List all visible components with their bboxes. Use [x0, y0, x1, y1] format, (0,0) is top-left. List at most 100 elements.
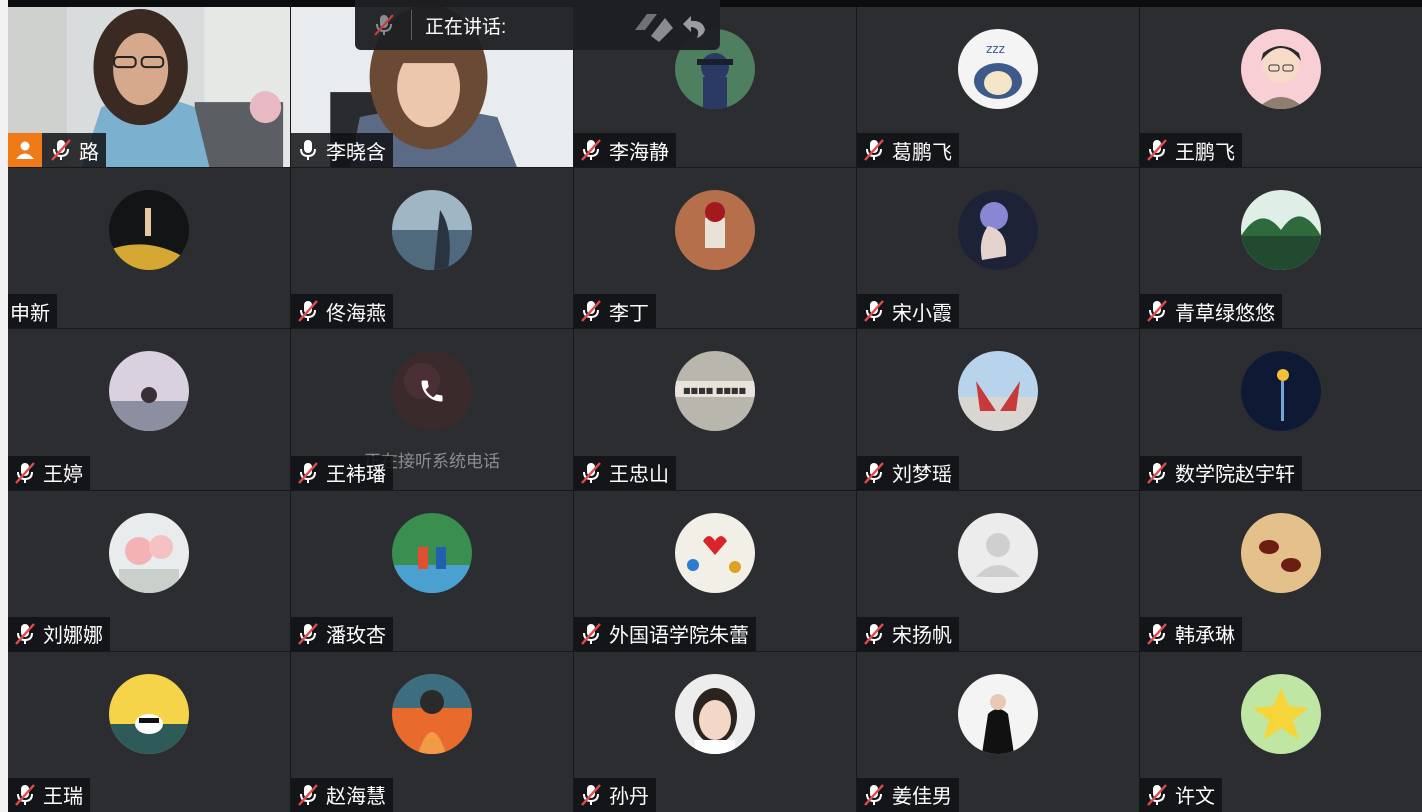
- participant-avatar: [392, 673, 472, 754]
- participant-tile[interactable]: 正在接听系统电话 王袆璠: [291, 329, 573, 490]
- participant-name: 李晓含: [326, 141, 386, 164]
- participant-nametag: 赵海慧: [291, 777, 393, 812]
- mic-muted-icon: [864, 461, 884, 484]
- participant-tile[interactable]: 刘娜娜: [8, 490, 290, 651]
- svg-text:zzz: zzz: [986, 42, 1005, 56]
- participant-tile[interactable]: 王瑞: [8, 651, 290, 812]
- participant-nametag: 王瑞: [8, 777, 90, 812]
- participant-avatar: [392, 190, 472, 271]
- participant-tile[interactable]: 申新: [8, 168, 290, 329]
- participant-avatar: [109, 351, 189, 432]
- participant-tile[interactable]: 潘玫杏: [291, 490, 573, 651]
- participant-tile[interactable]: 姜佳男: [857, 651, 1139, 812]
- participant-nametag: 刘娜娜: [8, 616, 110, 651]
- participant-tile[interactable]: 刘梦瑶: [857, 329, 1139, 490]
- participant-tile[interactable]: ■■■■ ■■■■ 王忠山: [574, 329, 856, 490]
- participant-tile[interactable]: 王鹏飞: [1140, 7, 1422, 168]
- app-logo-icon: [635, 14, 705, 42]
- mic-muted-icon: [864, 300, 884, 323]
- participant-name: 王婷: [43, 464, 83, 487]
- participant-tile[interactable]: 青草绿悠悠: [1140, 168, 1422, 329]
- participant-name: 路: [79, 141, 99, 164]
- participant-name: 刘娜娜: [43, 625, 103, 648]
- mic-muted-icon: [1147, 300, 1167, 323]
- participant-nametag: 王袆璠: [291, 455, 393, 490]
- participant-nametag: 姜佳男: [857, 777, 959, 812]
- mic-muted-icon: [581, 461, 601, 484]
- mic-muted-icon: [1147, 622, 1167, 645]
- participant-nametag: 数学院赵宇轩: [1140, 455, 1302, 490]
- participant-nametag: 孙丹: [574, 777, 656, 812]
- participant-nametag: 葛鹏飞: [857, 133, 959, 168]
- mic-muted-icon: [1147, 461, 1167, 484]
- participant-name: 王袆璠: [326, 464, 386, 487]
- participant-nametag: 李海静: [574, 133, 676, 168]
- participant-name: 韩承琳: [1175, 625, 1235, 648]
- phone-icon: [392, 351, 472, 431]
- participant-tile[interactable]: 路: [8, 7, 290, 168]
- participant-nametag: 申新: [8, 294, 57, 329]
- participant-nametag: 许文: [1140, 777, 1222, 812]
- participant-name: 葛鹏飞: [892, 141, 952, 164]
- participant-name: 姜佳男: [892, 786, 952, 809]
- participant-name: 刘梦瑶: [892, 464, 952, 487]
- participant-avatar: ■■■■ ■■■■: [675, 351, 755, 432]
- mic-muted-icon: [51, 139, 71, 161]
- participant-nametag: 宋扬帆: [857, 616, 959, 651]
- participant-tile[interactable]: 李丁: [574, 168, 856, 329]
- participant-avatar: [675, 512, 755, 593]
- participant-nametag: 李丁: [574, 294, 656, 329]
- participant-tile[interactable]: 韩承琳: [1140, 490, 1422, 651]
- divider: [411, 10, 412, 40]
- window-left-edge: [0, 0, 8, 812]
- participant-avatar: [109, 190, 189, 271]
- participant-tile[interactable]: 宋小霞: [857, 168, 1139, 329]
- participant-nametag: 佟海燕: [291, 294, 393, 329]
- participant-name: 李海静: [609, 141, 669, 164]
- mic-muted-icon: [298, 622, 318, 645]
- speaking-label: 正在讲话:: [425, 16, 507, 38]
- participant-name: 许文: [1175, 786, 1215, 809]
- participant-avatar: [1241, 673, 1321, 754]
- participant-avatar: [109, 673, 189, 754]
- mic-muted-icon[interactable]: [371, 12, 397, 38]
- participant-name: 赵海慧: [326, 786, 386, 809]
- mic-muted-icon: [581, 139, 601, 161]
- participant-avatar: [675, 673, 755, 754]
- participant-name: 王鹏飞: [1175, 141, 1235, 164]
- participant-avatar: [675, 190, 755, 271]
- participant-avatar: zzz: [958, 29, 1038, 109]
- participant-avatar: [1241, 351, 1321, 432]
- participant-tile[interactable]: 孙丹: [574, 651, 856, 812]
- mic-muted-icon: [298, 300, 318, 323]
- participant-avatar: [958, 512, 1038, 593]
- participant-tile[interactable]: 佟海燕: [291, 168, 573, 329]
- participant-name: 外国语学院朱蕾: [609, 625, 749, 648]
- participant-name: 李丁: [609, 302, 649, 325]
- participant-tile[interactable]: 宋扬帆: [857, 490, 1139, 651]
- mic-muted-icon: [15, 461, 35, 484]
- participant-tile[interactable]: zzz 葛鹏飞: [857, 7, 1139, 168]
- participant-tile[interactable]: 王婷: [8, 329, 290, 490]
- participant-tile[interactable]: 许文: [1140, 651, 1422, 812]
- participant-tile[interactable]: 赵海慧: [291, 651, 573, 812]
- participant-avatar: [958, 351, 1038, 432]
- participant-tile[interactable]: 数学院赵宇轩: [1140, 329, 1422, 490]
- participant-nametag: 王忠山: [574, 455, 676, 490]
- participant-tile[interactable]: 外国语学院朱蕾: [574, 490, 856, 651]
- mic-muted-icon: [864, 622, 884, 645]
- participant-name: 潘玫杏: [326, 625, 386, 648]
- mic-muted-icon: [581, 784, 601, 806]
- participant-nametag: 韩承琳: [1140, 616, 1242, 651]
- mic-on-icon: [300, 140, 316, 161]
- mic-muted-icon: [298, 461, 318, 484]
- participant-name: 数学院赵宇轩: [1175, 464, 1295, 487]
- participant-name: 宋小霞: [892, 302, 952, 325]
- participant-nametag: 外国语学院朱蕾: [574, 616, 756, 651]
- participant-nametag: 路: [8, 133, 106, 168]
- participant-avatar: [1241, 512, 1321, 593]
- participant-avatar: [958, 190, 1038, 271]
- participant-nametag: 潘玫杏: [291, 616, 393, 651]
- participant-avatar: [1241, 190, 1321, 271]
- participant-nametag: 王婷: [8, 455, 90, 490]
